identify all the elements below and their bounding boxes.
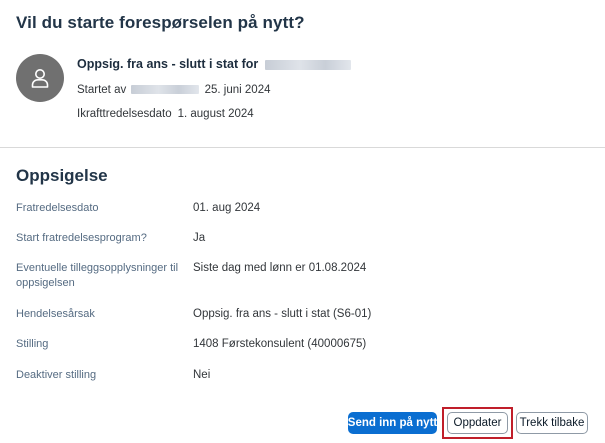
started-date: 25. juni 2024 — [204, 84, 271, 96]
field-value: Ja — [193, 232, 206, 244]
request-header: Oppsig. fra ans - slutt i stat for Start… — [16, 54, 596, 128]
field-value: 1408 Førstekonsulent (40000675) — [193, 338, 367, 350]
update-button[interactable]: Oppdater — [447, 412, 508, 434]
field-label: Eventuelle tilleggsopplysninger til opps… — [16, 262, 179, 289]
effective-date-value: 1. august 2024 — [177, 108, 254, 120]
redacted-initiator-name — [131, 85, 200, 95]
dialog-title: Vil du starte forespørselen på nytt? — [16, 13, 305, 32]
field-value: Oppsig. fra ans - slutt i stat (S6-01) — [193, 308, 372, 320]
field-value: Siste dag med lønn er 01.08.2024 — [193, 262, 367, 274]
field-label: Start fratredelsesprogram? — [16, 232, 147, 244]
started-by-label: Startet av — [77, 84, 127, 96]
field-label: Fratredelsesdato — [16, 202, 99, 214]
field-value: 01. aug 2024 — [193, 202, 261, 214]
started-by: Startet av 25. juni 2024 — [77, 84, 271, 96]
dialog-footer: Send inn på nytt Oppdater Trekk tilbake — [348, 407, 588, 439]
submit-again-button[interactable]: Send inn på nytt — [348, 412, 437, 434]
highlight-frame: Oppdater — [442, 407, 513, 439]
restart-request-dialog: Vil du starte forespørselen på nytt? Opp… — [0, 0, 605, 443]
effective-date-row: Ikrafttredelsesdato 1. august 2024 — [77, 108, 254, 120]
person-icon — [31, 69, 49, 88]
withdraw-button[interactable]: Trekk tilbake — [516, 412, 588, 434]
field-label: Stilling — [16, 338, 49, 350]
request-title: Oppsig. fra ans - slutt i stat for — [77, 57, 351, 71]
avatar — [16, 54, 64, 102]
section-divider — [0, 147, 605, 148]
field-label: Deaktiver stilling — [16, 369, 97, 381]
redacted-employee-name — [264, 59, 351, 70]
effective-date-label: Ikrafttredelsesdato — [77, 108, 172, 120]
request-title-text: Oppsig. fra ans - slutt i stat for — [77, 57, 259, 71]
section-title: Oppsigelse — [16, 166, 108, 185]
field-value: Nei — [193, 369, 211, 381]
field-label: Hendelsesårsak — [16, 308, 95, 320]
